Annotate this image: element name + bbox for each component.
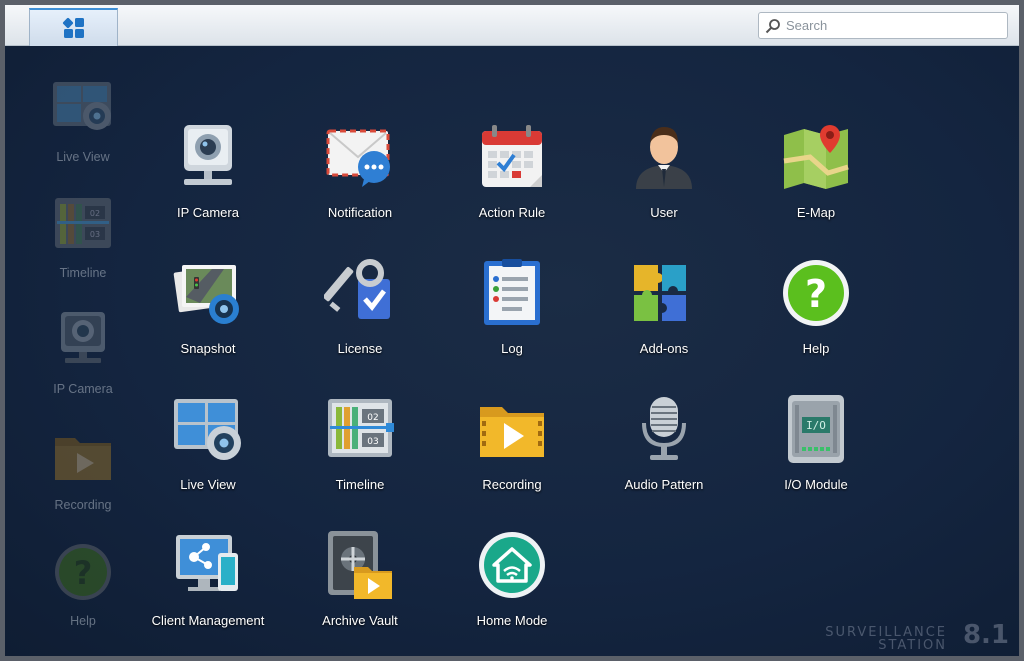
shortcut-label: Recording [54,498,112,512]
search-input[interactable] [786,18,996,33]
shortcut-label: IP Camera [53,382,113,396]
app-label: Home Mode [476,613,548,628]
notification-icon [326,129,390,187]
app-label: Client Management [151,613,265,628]
search-icon [765,18,780,33]
desktop: Live View 02 03 Timeline IP Camera Recor… [5,46,1019,656]
shortcut-recording[interactable]: Recording [28,424,138,512]
app-label: Recording [482,477,542,492]
timeline-icon: 02 03 [328,399,394,457]
shortcut-label: Timeline [59,266,107,280]
app-live-view[interactable]: Live View [133,393,283,492]
app-client-management[interactable]: Client Management [133,529,283,628]
app-add-ons[interactable]: Add-ons [589,257,739,356]
app-label: Log [501,341,523,356]
main-menu-button[interactable] [29,8,118,46]
app-label: Snapshot [180,341,236,356]
app-archive-vault[interactable]: Archive Vault [285,529,435,628]
app-label: Help [802,341,830,356]
top-bar [5,5,1019,46]
io-module-icon: I/O [788,395,844,463]
grid-icon [62,17,84,38]
user-icon [636,127,692,189]
app-label: User [650,205,678,220]
svg-text:02: 02 [90,209,100,218]
action-rule-icon [482,125,542,187]
app-label: Add-ons [639,341,689,356]
app-user[interactable]: User [589,121,739,220]
app-label: Action Rule [478,205,546,220]
add-ons-icon [634,265,686,321]
ip-camera-icon [184,125,232,185]
shortcut-ip-camera[interactable]: IP Camera [28,308,138,396]
client-management-icon [176,535,238,591]
shortcut-live-view[interactable]: Live View [28,76,138,164]
app-notification[interactable]: Notification [285,121,435,220]
app-timeline[interactable]: 02 03 Timeline [285,393,435,492]
app-label: I/O Module [784,477,848,492]
app-license[interactable]: License [285,257,435,356]
svg-text:I/O: I/O [806,419,826,432]
app-home-mode[interactable]: Home Mode [437,529,587,628]
live-view-icon [53,82,111,130]
audio-pattern-icon [642,397,686,460]
app-io-module[interactable]: I/O I/O Module [741,393,891,492]
app-help[interactable]: ? Help [741,257,891,356]
app-label: IP Camera [177,205,239,220]
shortcut-timeline[interactable]: 02 03 Timeline [28,192,138,280]
app-label: Timeline [335,477,385,492]
app-e-map[interactable]: E-Map [741,121,891,220]
app-snapshot[interactable]: Snapshot [133,257,283,356]
svg-text:?: ? [805,272,827,316]
shortcut-label: Help [70,614,96,628]
app-label: Archive Vault [322,613,398,628]
brand-version: 8.1 [962,620,1009,650]
app-audio-pattern[interactable]: Audio Pattern [589,393,739,492]
snapshot-icon [173,265,239,324]
search-box[interactable] [758,12,1008,39]
app-recording[interactable]: Recording [437,393,587,492]
app-label: Audio Pattern [624,477,704,492]
svg-text:03: 03 [367,437,378,447]
svg-text:?: ? [74,554,93,592]
archive-vault-icon [328,531,392,599]
help-icon: ? [55,544,111,600]
help-icon: ? [783,260,849,326]
svg-text:02: 02 [367,413,378,423]
app-log[interactable]: Log [437,257,587,356]
license-icon [323,259,390,319]
log-icon [484,259,540,325]
ip-camera-icon [61,312,105,363]
app-label: License [337,341,383,356]
svg-text:03: 03 [90,230,100,239]
home-mode-icon [479,532,545,598]
window-frame: Live View 02 03 Timeline [0,0,1024,661]
live-view-icon [174,399,241,460]
shortcut-label: Live View [56,150,110,164]
app-ip-camera[interactable]: IP Camera [133,121,283,220]
product-branding: SURVEILLANCE STATION 8.1 [825,620,1009,653]
recording-icon [55,438,111,480]
recording-icon [480,407,544,457]
app-label: E-Map [796,205,836,220]
brand-line-2: STATION [878,638,947,653]
timeline-icon: 02 03 [55,198,111,248]
e-map-icon [783,125,849,189]
app-label: Notification [327,205,393,220]
app-action-rule[interactable]: Action Rule [437,121,587,220]
app-label: Live View [180,477,236,492]
shortcut-help[interactable]: ? Help [28,540,138,628]
